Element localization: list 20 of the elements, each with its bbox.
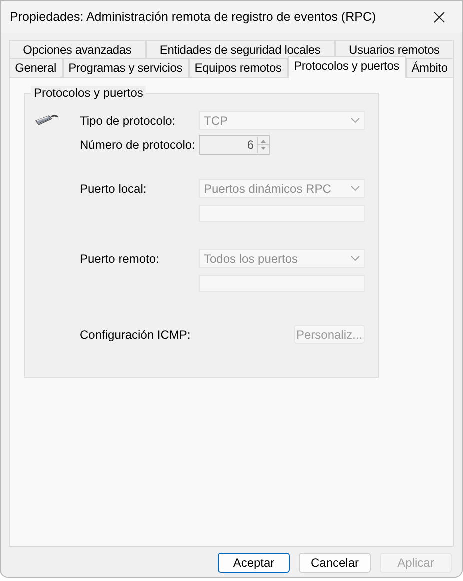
field-label: Número de protocolo: <box>80 138 196 152</box>
chevron-down-icon <box>351 118 360 123</box>
dialog-button[interactable]: Cancelar <box>299 553 371 573</box>
tab[interactable]: Equipos remotos <box>188 58 288 77</box>
field-label: Tipo de protocolo: <box>80 114 177 128</box>
close-icon[interactable] <box>434 12 444 22</box>
network-cable-icon <box>35 113 59 127</box>
group-title: Protocolos y puertos <box>31 86 146 100</box>
dialog-button[interactable]: Aceptar <box>218 553 290 573</box>
tab[interactable]: General <box>9 58 63 77</box>
chevron-down-icon <box>351 186 360 191</box>
field-label: Configuración ICMP: <box>80 328 192 342</box>
field-label: Puerto local: <box>80 182 148 196</box>
tab[interactable]: Ámbito <box>406 58 454 77</box>
tab[interactable]: Programas y servicios <box>62 58 189 77</box>
chevron-down-icon <box>351 256 360 261</box>
tab[interactable]: Opciones avanzadas <box>9 40 146 59</box>
field-label: Puerto remoto: <box>80 252 160 266</box>
tab[interactable]: Protocolos y puertos <box>288 56 406 78</box>
window-title: Propiedades: Administración remota de registro de eventos (RPC) <box>10 10 378 24</box>
